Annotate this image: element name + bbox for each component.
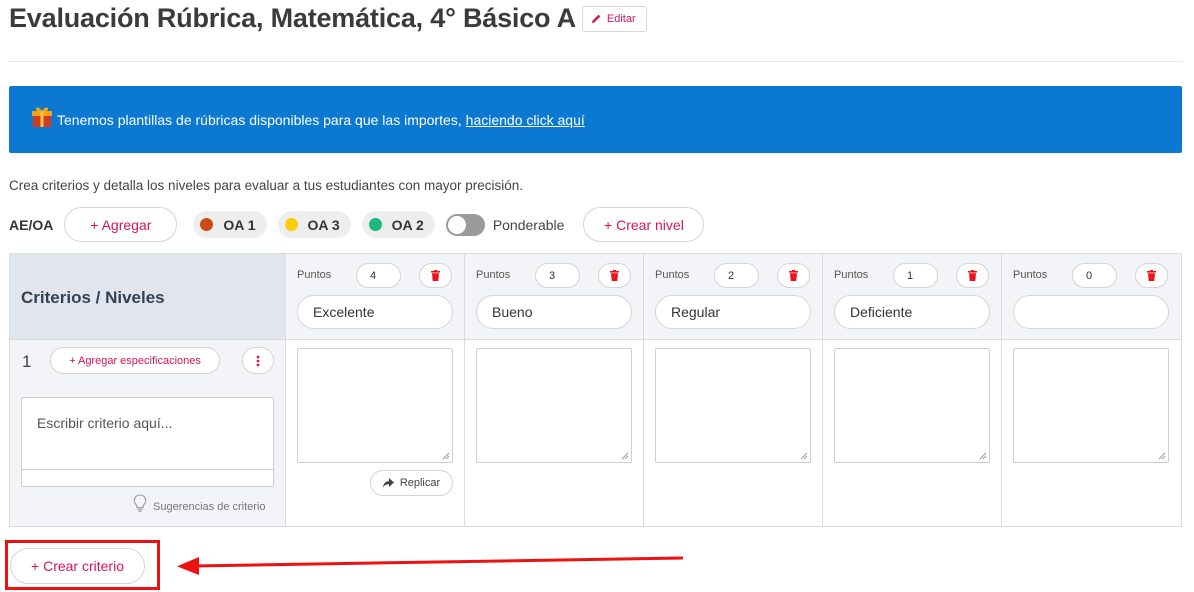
objective-chip-label: OA 3 bbox=[307, 216, 340, 233]
level-header: Puntos 3 Bueno bbox=[465, 254, 643, 340]
gift-icon bbox=[32, 107, 52, 127]
points-input[interactable]: 3 bbox=[535, 263, 580, 288]
kebab-icon bbox=[256, 355, 260, 366]
toggle-knob bbox=[447, 215, 466, 234]
level-description-field[interactable] bbox=[1013, 348, 1169, 463]
objective-chip-label: OA 2 bbox=[391, 216, 424, 233]
objective-chip-oa1[interactable]: OA 1 bbox=[193, 211, 267, 238]
level-header: Puntos 4 Excelente bbox=[286, 254, 464, 340]
objective-chip-oa3[interactable]: OA 3 bbox=[277, 211, 351, 238]
resize-handle-icon bbox=[979, 452, 987, 460]
resize-handle-icon bbox=[621, 452, 629, 460]
level-column: Puntos 2 Regular bbox=[644, 254, 823, 526]
edit-title-button[interactable]: Editar bbox=[581, 5, 647, 32]
level-column: Puntos 1 Deficiente bbox=[823, 254, 1002, 526]
ponderable-toggle[interactable] bbox=[445, 213, 485, 236]
level-column: Puntos 0 bbox=[1002, 254, 1181, 526]
level-description-field[interactable] bbox=[476, 348, 632, 463]
replicate-button[interactable]: Replicar bbox=[370, 470, 453, 496]
points-label: Puntos bbox=[1013, 269, 1048, 281]
level-description-field[interactable] bbox=[655, 348, 811, 463]
level-name-input[interactable]: Deficiente bbox=[834, 295, 990, 329]
criteria-header: Criterios / Niveles bbox=[10, 254, 286, 340]
edit-label: Editar bbox=[606, 12, 636, 25]
intro-text: Crea criterios y detalla los niveles par… bbox=[9, 178, 524, 193]
resize-handle-icon bbox=[1158, 452, 1166, 460]
trash-icon bbox=[431, 270, 440, 281]
points-input[interactable]: 4 bbox=[356, 263, 401, 288]
criterion-field-bar bbox=[22, 469, 273, 486]
oa-color-dot bbox=[284, 218, 298, 231]
level-header: Puntos 2 Regular bbox=[644, 254, 822, 340]
rubric-table: Criterios / Niveles 1 + Agregar especifi… bbox=[9, 253, 1182, 527]
resize-handle-icon bbox=[800, 452, 808, 460]
pencil-icon bbox=[591, 14, 601, 24]
points-label: Puntos bbox=[655, 269, 690, 281]
level-name-input[interactable]: Regular bbox=[655, 295, 811, 329]
level-name-input[interactable]: Excelente bbox=[297, 295, 453, 329]
level-description-field[interactable] bbox=[297, 348, 453, 463]
points-label: Puntos bbox=[834, 269, 869, 281]
oa-color-dot bbox=[368, 218, 382, 231]
criterion-suggestions[interactable]: Sugerencias de criterio bbox=[133, 494, 266, 513]
trash-icon bbox=[1147, 270, 1156, 281]
title-row: Evaluación Rúbrica, Matemática, 4° Básic… bbox=[9, 3, 647, 34]
banner-text: Tenemos plantillas de rúbricas disponibl… bbox=[57, 111, 462, 128]
header-divider bbox=[9, 61, 1182, 62]
level-name-input[interactable] bbox=[1013, 295, 1169, 329]
points-input[interactable]: 2 bbox=[714, 263, 759, 288]
criteria-header-label: Criterios / Niveles bbox=[21, 288, 165, 307]
objective-chip-label: OA 1 bbox=[223, 216, 256, 233]
points-label: Puntos bbox=[476, 269, 511, 281]
resize-handle-icon bbox=[442, 452, 450, 460]
points-input[interactable]: 1 bbox=[893, 263, 938, 288]
annotation-arrow-icon bbox=[177, 556, 684, 575]
page-title: Evaluación Rúbrica, Matemática, 4° Básic… bbox=[9, 3, 576, 33]
delete-level-button[interactable] bbox=[419, 263, 452, 288]
lightbulb-icon bbox=[133, 494, 147, 512]
criterion-number: 1 bbox=[22, 352, 32, 371]
replicate-label: Replicar bbox=[399, 477, 441, 489]
suggestions-label: Sugerencias de criterio bbox=[153, 501, 266, 513]
delete-level-button[interactable] bbox=[777, 263, 810, 288]
level-header: Puntos 1 Deficiente bbox=[823, 254, 1001, 340]
criterion-text-field[interactable]: Escribir criterio aquí... bbox=[21, 397, 274, 487]
objectives-row: AE/OA + Agregar OA 1 OA 3 OA 2 Ponderabl… bbox=[9, 207, 705, 242]
level-name-input[interactable]: Bueno bbox=[476, 295, 632, 329]
level-description-field[interactable] bbox=[834, 348, 990, 463]
points-input[interactable]: 0 bbox=[1072, 263, 1117, 288]
level-header: Puntos 0 bbox=[1002, 254, 1181, 340]
delete-level-button[interactable] bbox=[956, 263, 989, 288]
share-arrow-icon bbox=[382, 478, 394, 488]
trash-icon bbox=[789, 270, 798, 281]
delete-level-button[interactable] bbox=[1135, 263, 1168, 288]
add-specifications-button[interactable]: + Agregar especificaciones bbox=[50, 347, 220, 374]
level-column: Puntos 3 Bueno bbox=[465, 254, 644, 526]
criterion-placeholder: Escribir criterio aquí... bbox=[37, 415, 173, 431]
criterion-menu-button[interactable] bbox=[242, 347, 274, 374]
trash-icon bbox=[610, 270, 619, 281]
add-objective-button[interactable]: + Agregar bbox=[64, 207, 178, 242]
trash-icon bbox=[968, 270, 977, 281]
oa-color-dot bbox=[200, 218, 214, 231]
level-column: Puntos 4 Excelente Replicar bbox=[286, 254, 465, 526]
templates-banner: Tenemos plantillas de rúbricas disponibl… bbox=[9, 86, 1182, 153]
points-label: Puntos bbox=[297, 269, 332, 281]
banner-link[interactable]: haciendo click aquí bbox=[466, 112, 585, 128]
criterion-row: 1 + Agregar especificaciones Escribir cr… bbox=[10, 340, 286, 526]
annotation-highlight-box bbox=[5, 540, 160, 590]
objective-chip-oa2[interactable]: OA 2 bbox=[361, 211, 435, 238]
ponderable-label: Ponderable bbox=[492, 216, 565, 233]
create-level-button[interactable]: + Crear nivel bbox=[583, 207, 705, 242]
delete-level-button[interactable] bbox=[598, 263, 631, 288]
objectives-label: AE/OA bbox=[9, 216, 54, 233]
